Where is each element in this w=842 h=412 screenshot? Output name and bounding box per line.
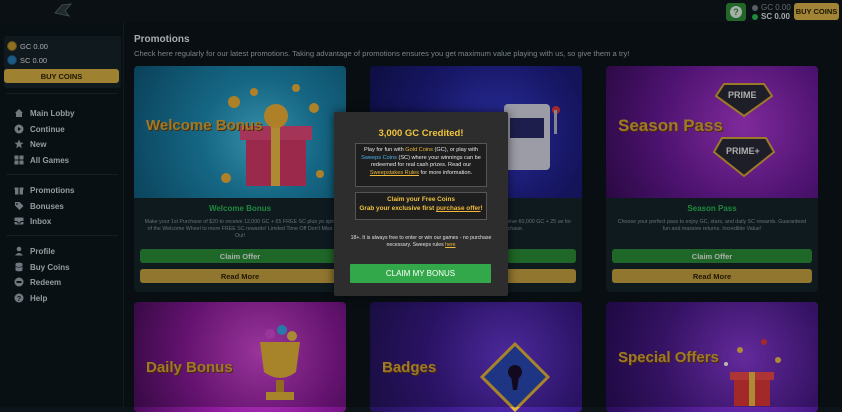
claim-my-bonus-button[interactable]: CLAIM MY BONUS	[350, 264, 491, 283]
coin-info-box: Play for fun with Gold Coins (GC), or pl…	[355, 143, 487, 187]
sweeps-coins-text: Sweeps Coins	[361, 154, 397, 161]
modal-title: 3,000 GC Credited!	[378, 128, 464, 139]
legal-text: 18+. It is always free to enter or win o…	[350, 235, 492, 248]
info-text: for more information.	[418, 169, 473, 176]
free-coins-box: Claim your Free Coins Grab your exclusiv…	[355, 192, 487, 220]
offer-text: !	[480, 205, 483, 212]
info-text: (GC), or play with	[432, 147, 479, 153]
claim-free-coins-text: Claim your Free Coins	[387, 196, 455, 203]
info-text: Play for fun with	[363, 147, 406, 153]
gold-coins-text: Gold Coins	[405, 147, 433, 153]
offer-text: Grab your exclusive first	[359, 205, 437, 212]
sweepstakes-rules-link[interactable]: Sweepstakes Rules	[370, 170, 419, 176]
bonus-modal: 3,000 GC Credited! Play for fun with Gol…	[334, 112, 508, 296]
purchase-offer-line: Grab your exclusive first purchase offer…	[358, 204, 484, 213]
sweeps-rules-here-link[interactable]: here	[445, 242, 455, 248]
legal-note: 18+. It is always free to enter or win o…	[348, 235, 494, 249]
purchase-offer-link[interactable]: purchase offer	[436, 205, 480, 212]
